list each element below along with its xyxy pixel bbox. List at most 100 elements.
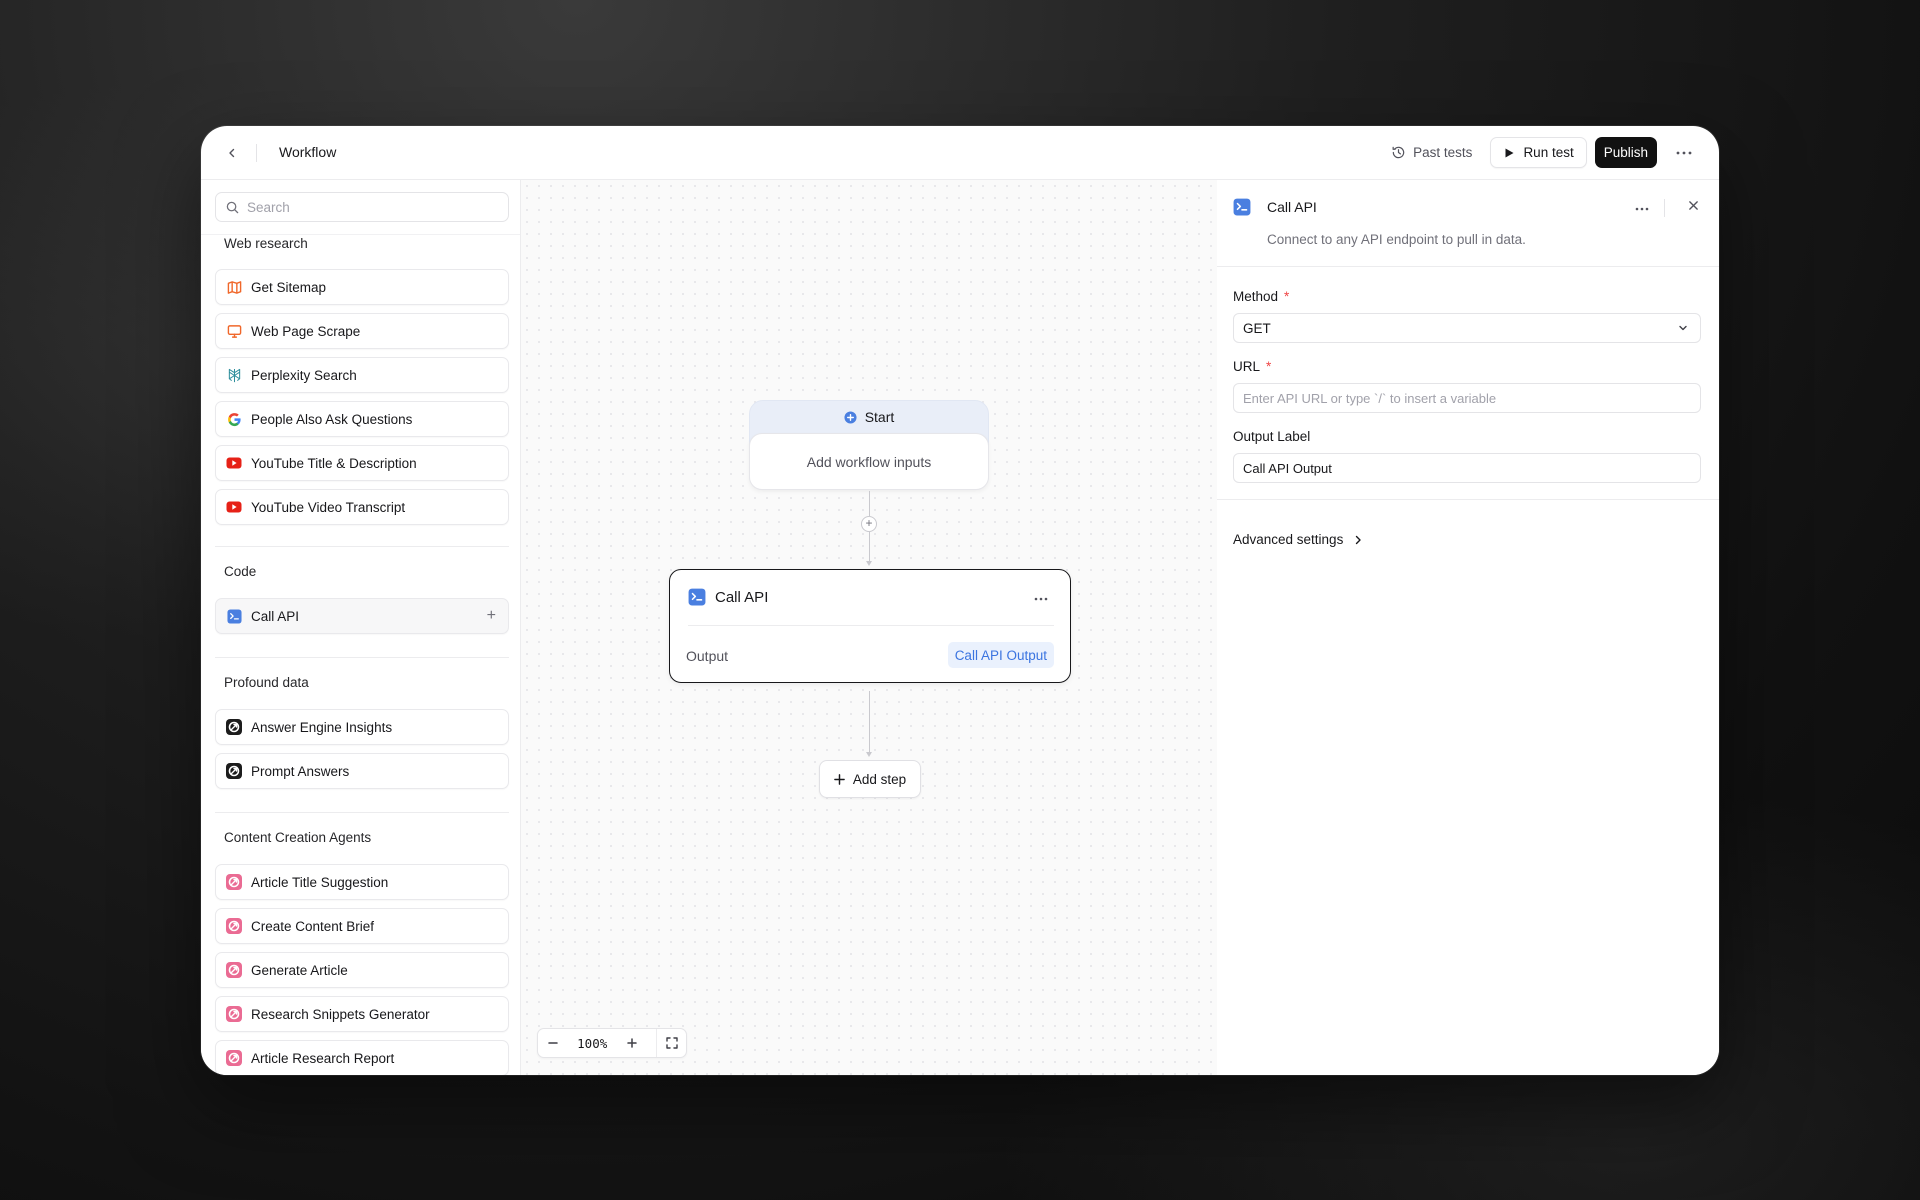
header-actions: Past tests Run test Publish xyxy=(1381,137,1699,168)
add-step-label: Add step xyxy=(852,771,907,787)
connector-arrow-icon xyxy=(866,561,872,566)
step-item-create-content-brief[interactable]: Create Content Brief xyxy=(215,908,509,944)
play-icon xyxy=(1505,148,1514,157)
step-item-call-api[interactable]: Call API + xyxy=(215,598,509,634)
group-title-profound-data: Profound data xyxy=(224,675,309,690)
advanced-settings-label: Advanced settings xyxy=(1233,532,1344,547)
insert-step-plus-button[interactable]: + xyxy=(861,516,877,532)
step-item-research-snippets-generator[interactable]: Research Snippets Generator xyxy=(215,996,509,1032)
step-item-prompt-answers[interactable]: Prompt Answers xyxy=(215,753,509,789)
url-field[interactable] xyxy=(1233,383,1701,413)
back-button[interactable] xyxy=(221,142,243,164)
connector-line xyxy=(869,532,870,562)
plus-icon xyxy=(626,1038,637,1048)
panel-divider xyxy=(1217,266,1719,267)
start-icon xyxy=(844,410,857,424)
terminal-icon xyxy=(688,588,706,606)
step-item-label: Get Sitemap xyxy=(251,279,327,295)
monitor-icon xyxy=(226,323,242,339)
more-horizontal-icon xyxy=(1034,597,1048,601)
method-select-value: GET xyxy=(1243,320,1271,336)
panel-title: Call API xyxy=(1267,199,1317,215)
agent-logo-icon xyxy=(226,918,242,934)
step-item-generate-article[interactable]: Generate Article xyxy=(215,952,509,988)
step-item-web-page-scrape[interactable]: Web Page Scrape xyxy=(215,313,509,349)
url-input[interactable] xyxy=(1243,390,1683,406)
profound-logo-icon xyxy=(226,763,242,779)
add-step-button[interactable]: Add step xyxy=(819,760,921,798)
more-horizontal-icon xyxy=(1676,151,1692,154)
search-box[interactable] xyxy=(215,192,509,222)
close-panel-button[interactable] xyxy=(1688,198,1699,214)
required-marker: * xyxy=(1284,289,1290,304)
step-item-article-title-suggestion[interactable]: Article Title Suggestion xyxy=(215,864,509,900)
step-item-label: Create Content Brief xyxy=(251,918,375,934)
call-api-node-header: Call API xyxy=(688,588,768,606)
node-divider xyxy=(688,625,1054,626)
workflow-canvas[interactable]: Start Add workflow inputs + Call API Out… xyxy=(521,180,1217,1075)
method-select[interactable]: GET xyxy=(1233,313,1701,343)
step-item-answer-engine-insights[interactable]: Answer Engine Insights xyxy=(215,709,509,745)
step-item-label: Perplexity Search xyxy=(251,367,357,383)
add-workflow-inputs-button[interactable]: Add workflow inputs xyxy=(749,433,989,490)
step-item-label: Call API xyxy=(251,608,300,624)
history-icon xyxy=(1392,146,1405,159)
publish-button[interactable]: Publish xyxy=(1594,137,1657,168)
youtube-icon xyxy=(226,455,242,471)
past-tests-label: Past tests xyxy=(1413,145,1473,160)
minus-icon xyxy=(548,1042,558,1044)
step-item-youtube-video-transcript[interactable]: YouTube Video Transcript xyxy=(215,489,509,525)
agent-logo-icon xyxy=(226,874,242,890)
step-item-label: Web Page Scrape xyxy=(251,323,361,339)
panel-more-options-button[interactable] xyxy=(1635,198,1649,216)
step-item-article-research-report[interactable]: Article Research Report xyxy=(215,1040,509,1075)
node-more-options-button[interactable] xyxy=(1034,588,1048,606)
group-title-content-creation: Content Creation Agents xyxy=(224,830,372,845)
start-node-header: Start xyxy=(750,401,988,433)
zoom-out-button[interactable] xyxy=(538,1029,568,1057)
step-item-label: Article Title Suggestion xyxy=(251,874,389,890)
start-node-title: Start xyxy=(864,409,895,425)
agent-logo-icon xyxy=(226,1050,242,1066)
search-divider xyxy=(201,234,520,235)
step-item-people-also-ask[interactable]: People Also Ask Questions xyxy=(215,401,509,437)
chevron-left-icon xyxy=(229,148,235,158)
run-test-button[interactable]: Run test xyxy=(1490,137,1587,168)
more-options-button[interactable] xyxy=(1669,138,1699,168)
step-item-get-sitemap[interactable]: Get Sitemap xyxy=(215,269,509,305)
more-horizontal-icon xyxy=(1635,207,1649,211)
chevron-right-icon xyxy=(1356,535,1362,544)
past-tests-button[interactable]: Past tests xyxy=(1381,139,1482,166)
step-item-label: People Also Ask Questions xyxy=(251,411,413,427)
method-label-text: Method xyxy=(1233,289,1279,304)
zoom-in-button[interactable] xyxy=(617,1029,647,1057)
step-config-panel: Call API Connect to any API endpoint to … xyxy=(1217,180,1719,1075)
connector-line xyxy=(869,691,870,753)
map-icon xyxy=(226,279,242,295)
call-api-node-title: Call API xyxy=(715,588,769,606)
call-api-node[interactable]: Call API Output Call API Output xyxy=(669,569,1071,683)
start-node[interactable]: Start Add workflow inputs xyxy=(749,400,989,490)
panel-divider xyxy=(1217,499,1719,500)
group-title-code: Code xyxy=(224,564,257,579)
output-label-field[interactable] xyxy=(1233,453,1701,483)
advanced-settings-toggle[interactable]: Advanced settings xyxy=(1233,532,1363,547)
page-title: Workflow xyxy=(279,144,337,160)
method-label: Method * xyxy=(1233,289,1289,304)
profound-logo-icon xyxy=(226,719,242,735)
url-label: URL * xyxy=(1233,359,1271,374)
step-item-youtube-title-description[interactable]: YouTube Title & Description xyxy=(215,445,509,481)
output-label-input[interactable] xyxy=(1243,460,1683,476)
node-output-chip[interactable]: Call API Output xyxy=(947,642,1054,668)
fit-view-button[interactable] xyxy=(656,1029,686,1057)
search-input[interactable] xyxy=(247,199,487,215)
youtube-icon xyxy=(226,499,242,515)
add-step-plus-icon[interactable]: + xyxy=(487,608,496,624)
group-divider xyxy=(215,657,509,658)
zoom-controls: 100% xyxy=(537,1028,687,1058)
top-bar: Workflow Past tests Run test Publish xyxy=(201,126,1719,180)
step-item-perplexity-search[interactable]: Perplexity Search xyxy=(215,357,509,393)
required-marker: * xyxy=(1266,359,1272,374)
step-item-label: Answer Engine Insights xyxy=(251,719,393,735)
step-item-label: YouTube Title & Description xyxy=(251,455,417,471)
